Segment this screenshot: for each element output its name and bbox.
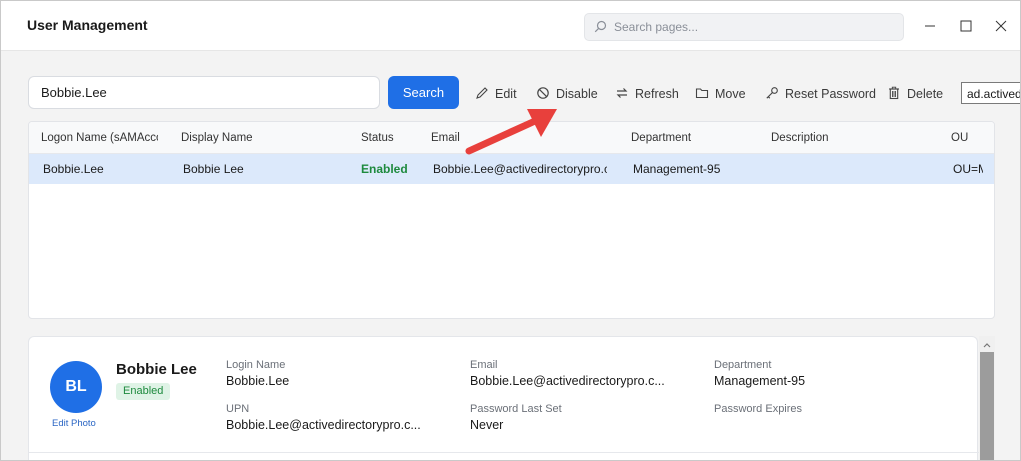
scrollbar-thumb[interactable] <box>980 352 994 460</box>
reset-password-label: Reset Password <box>785 87 877 101</box>
cell-ou: OU=Management <box>953 162 983 176</box>
pencil-icon <box>475 86 489 103</box>
refresh-icon <box>615 86 629 103</box>
delete-button[interactable]: Delete <box>887 85 943 103</box>
trash-icon <box>887 86 901 103</box>
page-search-placeholder: Search pages... <box>614 20 699 34</box>
edit-label: Edit <box>495 87 517 101</box>
login-name-label: Login Name <box>226 359 286 371</box>
title-bar: User Management Search pages... <box>1 1 1020 51</box>
department-value: Management-95 <box>714 374 806 388</box>
user-details-panel: BL Edit Photo Bobbie Lee Enabled Login N… <box>28 336 979 460</box>
cell-status: Enabled <box>361 162 408 176</box>
app-title: User Management <box>27 17 148 33</box>
refresh-label: Refresh <box>635 87 679 101</box>
password-last-set-label: Password Last Set <box>470 403 562 415</box>
red-arrow-icon <box>461 101 561 166</box>
folder-icon <box>695 86 709 103</box>
search-button[interactable]: Search <box>388 76 459 109</box>
email-value: Bobbie.Lee@activedirectorypro.c... <box>470 374 665 388</box>
move-button[interactable]: Move <box>695 85 746 103</box>
cell-department: Management-95 <box>633 162 721 176</box>
search-icon <box>594 20 607 38</box>
upn-value: Bobbie.Lee@activedirectorypro.c... <box>226 418 421 432</box>
column-header-department[interactable]: Department <box>631 132 751 144</box>
status-badge: Enabled <box>116 383 171 400</box>
reset-password-button[interactable]: Reset Password <box>765 85 876 103</box>
cell-display-name: Bobbie Lee <box>183 162 244 176</box>
password-last-set-value: Never <box>470 418 504 432</box>
close-icon[interactable] <box>990 15 1012 37</box>
details-divider <box>29 452 979 453</box>
login-name-value: Bobbie.Lee <box>226 374 290 388</box>
department-label: Department <box>714 359 772 371</box>
column-header-status[interactable]: Status <box>361 132 421 144</box>
upn-label: UPN <box>226 403 250 415</box>
column-header-display-name[interactable]: Display Name <box>181 132 331 144</box>
password-expires-label: Password Expires <box>714 403 803 415</box>
user-name-heading: Bobbie Lee <box>116 361 197 378</box>
column-header-description[interactable]: Description <box>771 132 921 144</box>
column-header-ou[interactable]: OU <box>951 132 991 144</box>
page-search-box[interactable]: Search pages... <box>584 13 904 41</box>
domain-selector[interactable]: ad.activedirectorypro.com <box>961 82 1020 104</box>
column-header-logon-name[interactable]: Logon Name (sAMAccountName) <box>41 132 158 144</box>
minimize-icon[interactable] <box>919 15 941 37</box>
ban-icon <box>536 86 550 103</box>
cell-logon-name: Bobbie.Lee <box>43 162 104 176</box>
app-window: User Management Search pages... Bobbie.L… <box>0 0 1021 461</box>
email-label: Email <box>470 359 498 371</box>
refresh-button[interactable]: Refresh <box>615 85 679 103</box>
key-icon <box>765 86 779 103</box>
user-search-input[interactable]: Bobbie.Lee <box>28 76 380 109</box>
delete-label: Delete <box>907 87 944 101</box>
maximize-icon[interactable] <box>955 15 977 37</box>
avatar[interactable]: BL <box>50 361 102 413</box>
chevron-up-icon[interactable] <box>979 338 995 350</box>
edit-photo-link[interactable]: Edit Photo <box>52 418 96 429</box>
move-label: Move <box>715 87 746 101</box>
disable-label: Disable <box>556 87 598 101</box>
